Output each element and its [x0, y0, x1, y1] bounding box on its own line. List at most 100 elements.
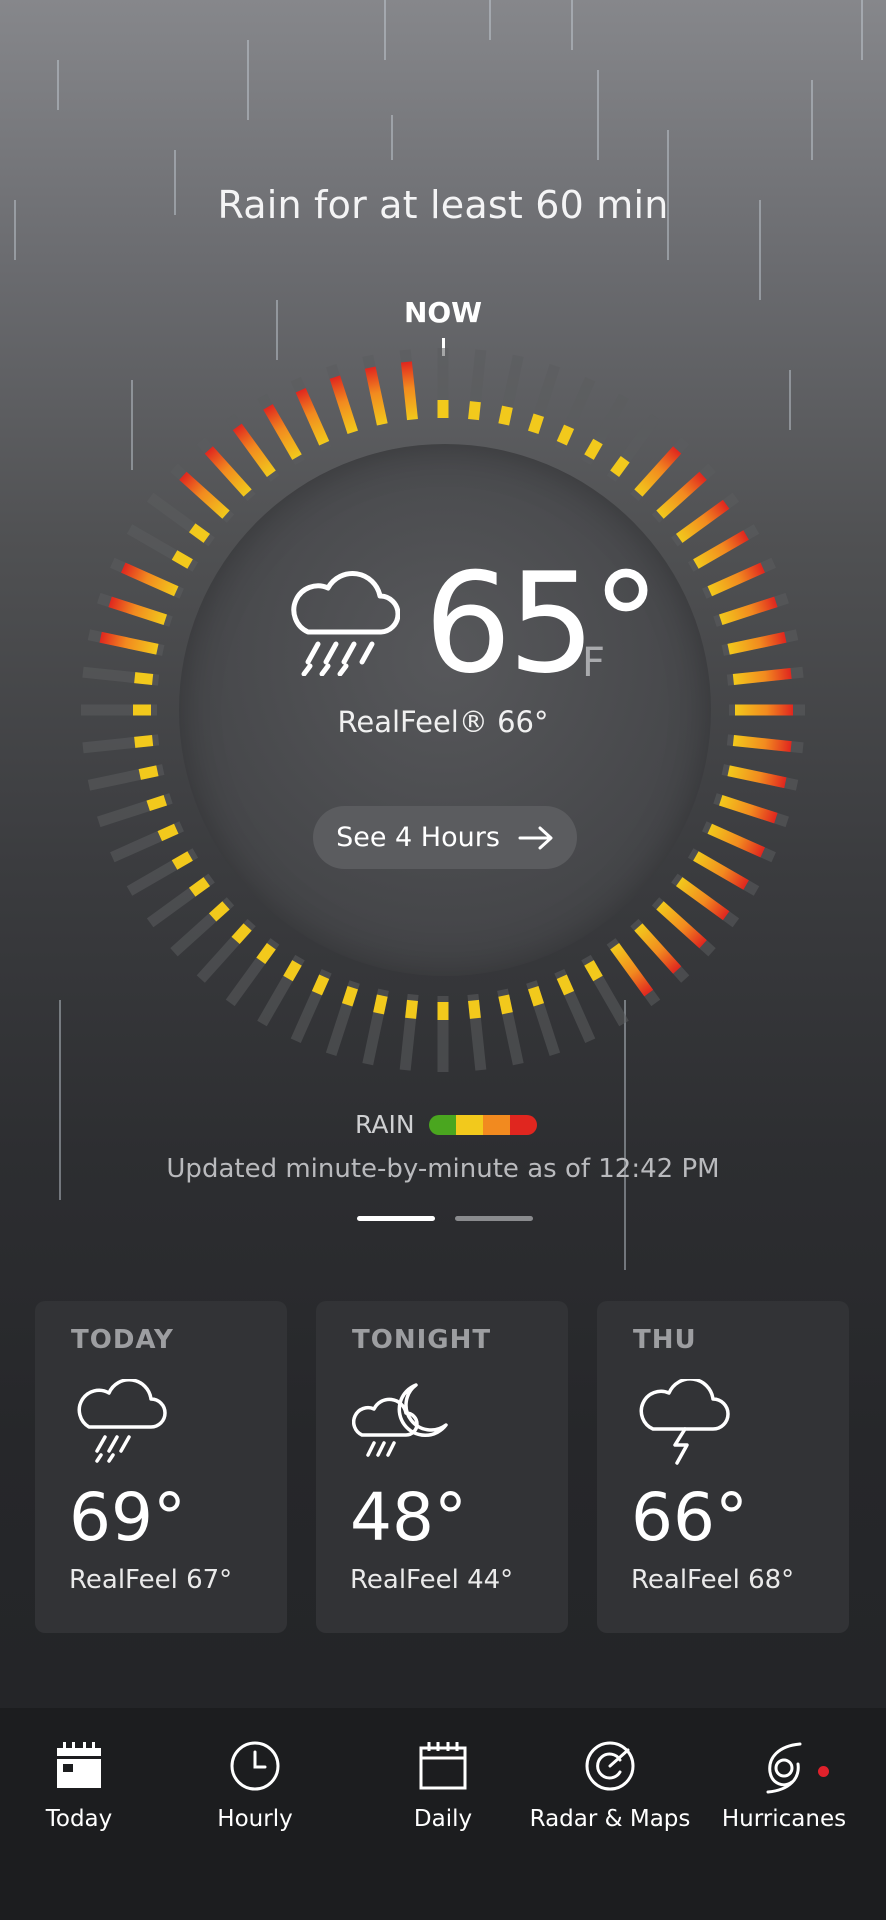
updated-timestamp: Updated minute-by-minute as of 12:42 PM — [166, 1154, 720, 1184]
card-temperature: 66° — [631, 1479, 748, 1556]
precip-minute-segment — [341, 986, 358, 1007]
bottom-tab-bar: Today Hourly Daily Radar & Maps Hurrican… — [0, 1708, 886, 1920]
current-temperature: 65° — [424, 543, 661, 704]
notification-dot — [818, 1766, 829, 1777]
precip-minute-segment — [719, 795, 778, 824]
precip-minute-segment — [188, 523, 210, 543]
precip-minute-segment — [171, 851, 193, 870]
card-title: TONIGHT — [352, 1325, 492, 1355]
legend-extreme — [509, 1114, 537, 1135]
precip-minute-segment — [732, 735, 792, 753]
card-temperature: 69° — [69, 1479, 186, 1556]
tab-radar-maps[interactable]: Radar & Maps — [520, 1738, 700, 1832]
tab-today[interactable]: Today — [0, 1738, 169, 1832]
precip-minute-segment — [204, 446, 252, 497]
card-temperature: 48° — [350, 1479, 467, 1556]
legend-color-bar — [428, 1114, 537, 1135]
see-hours-label: See 4 Hours — [336, 822, 500, 853]
forecast-card-tonight[interactable]: TONIGHT 48° RealFeel 44° — [316, 1301, 568, 1633]
precip-minute-segment — [719, 596, 778, 625]
precip-minute-segment — [232, 423, 276, 477]
card-realfeel: RealFeel 68° — [631, 1565, 795, 1595]
rain-legend: RAIN — [355, 1110, 537, 1139]
calendar-today-icon — [57, 1742, 101, 1788]
tab-label: Radar & Maps — [529, 1806, 691, 1832]
precip-minute-segment — [634, 446, 682, 497]
precip-minute-segment — [138, 765, 159, 780]
legend-light — [428, 1114, 456, 1135]
precip-minute-segment — [283, 960, 302, 982]
precip-minute-segment — [528, 986, 545, 1007]
tab-hurricanes[interactable]: Hurricanes — [694, 1738, 874, 1832]
rain-cloud-icon — [77, 1379, 167, 1463]
card-title: TODAY — [71, 1325, 174, 1355]
precip-minute-segment — [121, 562, 179, 597]
precip-minute-segment — [188, 877, 210, 897]
arrow-right-icon — [518, 826, 553, 849]
precip-minute-segment — [498, 994, 513, 1015]
precip-minute-segment — [157, 823, 179, 842]
precip-minute-segment — [610, 455, 630, 477]
forecast-card-thu[interactable]: THU 66° RealFeel 68° — [597, 1301, 849, 1633]
precip-minute-segment — [146, 795, 167, 812]
forecast-cards: TODAY 69° RealFeel 67° TONIGHT 48° RealF… — [35, 1301, 849, 1633]
precip-minute-segment — [732, 667, 792, 685]
precip-minute-segment — [676, 877, 730, 921]
page-indicator[interactable] — [357, 1216, 533, 1221]
precip-minute-segment — [171, 550, 193, 569]
forecast-card-today[interactable]: TODAY 69° RealFeel 67° — [35, 1301, 287, 1633]
tab-label: Hurricanes — [721, 1806, 847, 1832]
precip-minute-segment — [208, 901, 230, 922]
precip-minute-segment — [727, 765, 787, 789]
precip-minute-segment — [693, 530, 749, 569]
precip-minute-segment — [134, 672, 154, 685]
legend-heavy — [482, 1114, 510, 1135]
precip-minute-segment — [656, 901, 707, 949]
precip-minute-segment — [405, 999, 418, 1019]
precip-minute-segment — [676, 499, 730, 543]
precip-minute-segment — [610, 943, 654, 997]
precip-minute-segment — [528, 413, 545, 434]
precip-minute-segment — [556, 424, 575, 446]
precip-minute-segment — [231, 923, 252, 945]
precip-minute-segment — [364, 366, 388, 426]
precip-minute-segment — [400, 361, 418, 421]
precip-minute-segment — [707, 823, 765, 858]
see-4-hours-button[interactable]: See 4 Hours — [313, 806, 577, 869]
precip-minute-segment — [498, 405, 513, 426]
card-realfeel: RealFeel 44° — [350, 1565, 514, 1595]
radar-icon — [585, 1741, 635, 1791]
card-realfeel: RealFeel 67° — [69, 1565, 233, 1595]
clock-icon — [230, 1741, 280, 1791]
legend-label: RAIN — [355, 1110, 415, 1139]
current-realfeel: RealFeel® 66° — [337, 705, 549, 739]
calendar-icon — [419, 1742, 467, 1790]
precip-minute-segment — [556, 974, 575, 996]
precip-minute-segment — [707, 562, 765, 597]
page-dot-1[interactable] — [357, 1216, 435, 1221]
precip-minute-segment — [656, 471, 707, 519]
precip-minute-segment — [311, 974, 330, 996]
precip-minute-segment — [256, 943, 276, 965]
precip-minute-segment — [373, 994, 388, 1015]
legend-moderate — [455, 1114, 483, 1135]
precip-minute-segment — [634, 923, 682, 974]
tab-label: Hourly — [217, 1806, 293, 1832]
precip-minute-segment — [693, 851, 749, 890]
precip-minute-segment — [134, 735, 154, 748]
page-dot-2[interactable] — [455, 1216, 533, 1221]
tab-hourly[interactable]: Hourly — [165, 1738, 345, 1832]
tab-label: Today — [45, 1806, 113, 1832]
temperature-unit: F — [582, 640, 606, 686]
precip-minute-segment — [584, 438, 603, 460]
precip-minute-segment — [99, 631, 159, 655]
precip-minute-segment — [329, 375, 358, 434]
precip-minute-segment — [727, 631, 787, 655]
tab-daily[interactable]: Daily — [353, 1738, 533, 1832]
precip-minute-segment — [468, 999, 481, 1019]
hurricane-icon — [766, 1742, 802, 1794]
thunderstorm-icon — [639, 1379, 730, 1465]
moon-cloud-rain-icon — [352, 1383, 448, 1457]
precip-minute-segment — [263, 404, 302, 460]
precip-minute-segment — [179, 471, 230, 519]
